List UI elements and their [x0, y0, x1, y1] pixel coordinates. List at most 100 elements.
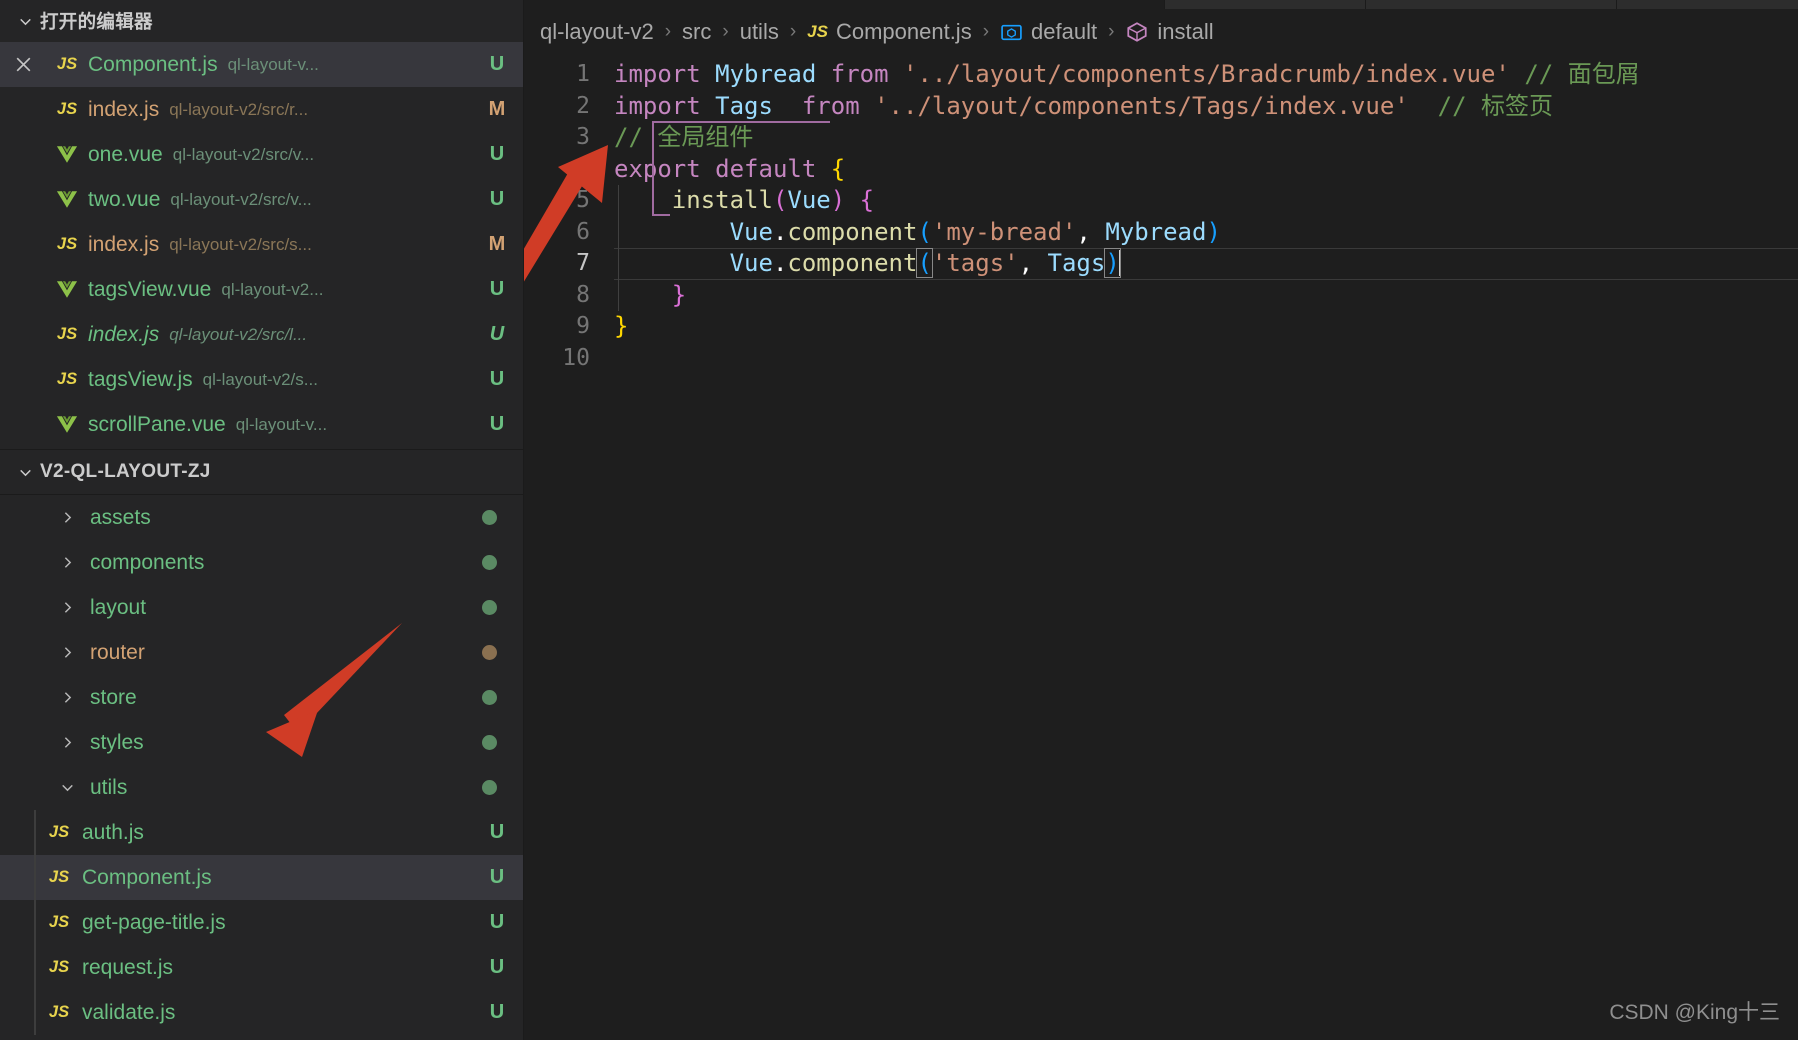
project-root-header[interactable]: V2-QL-LAYOUT-ZJ: [0, 450, 523, 494]
breadcrumb-item-utils[interactable]: utils: [740, 19, 779, 45]
open-editor-item[interactable]: two.vue ql-layout-v2/src/v... U: [0, 177, 523, 222]
breadcrumb-separator: ›: [1108, 21, 1115, 42]
breadcrumb-item-default[interactable]: default: [1000, 19, 1097, 45]
code-line-text: }: [614, 312, 629, 340]
open-editor-item[interactable]: JS index.js ql-layout-v2/src/s... M: [0, 222, 523, 267]
open-editor-name: Component.js: [88, 52, 218, 76]
line-number: 5: [576, 187, 590, 213]
code-line-10: 10: [524, 343, 1798, 375]
js-file-icon: JS: [56, 325, 78, 343]
open-editor-name: two.vue: [88, 187, 161, 211]
tree-file-request-js[interactable]: JS request.js U: [0, 945, 523, 990]
tree-folder-router[interactable]: router: [0, 630, 523, 675]
tab-active[interactable]: [524, 0, 1165, 9]
status-badge: M: [488, 98, 506, 120]
git-status-dot: [482, 555, 497, 570]
breadcrumb-label: default: [1031, 19, 1098, 44]
chevron-down-icon: [12, 464, 38, 481]
status-badge: U: [489, 143, 505, 165]
editor-tab-bar[interactable]: [524, 0, 1798, 9]
open-editor-path: ql-layout-v2...: [221, 279, 324, 299]
open-editor-name: index.js: [88, 322, 160, 346]
tree-folder-layout[interactable]: layout: [0, 585, 523, 630]
chevron-down-icon: [12, 13, 38, 30]
tree-folder-views[interactable]: views: [0, 1035, 523, 1040]
open-editor-item[interactable]: one.vue ql-layout-v2/src/v... U: [0, 132, 523, 177]
js-file-icon: JS: [807, 22, 828, 41]
open-editors-header[interactable]: 打开的编辑器: [0, 0, 523, 42]
project-root-title: V2-QL-LAYOUT-ZJ: [40, 461, 211, 482]
breadcrumb-label: utils: [739, 19, 779, 44]
tree-item-label: styles: [90, 730, 144, 754]
js-file-icon: JS: [48, 1003, 70, 1021]
tab-inactive[interactable]: [1366, 0, 1617, 9]
git-status-dot: [482, 690, 497, 705]
breadcrumb: ql-layout-v2 › src › utils › JS Componen…: [524, 9, 1798, 55]
status-badge: U: [489, 53, 505, 75]
chevron-right-icon: [52, 644, 82, 661]
scope-highlight-bottom: [652, 214, 670, 216]
code-line-text: import Mybread from '../layout/component…: [614, 60, 1640, 88]
chevron-right-icon: [52, 689, 82, 706]
git-status-dot: [482, 645, 497, 660]
breadcrumb-label: ql-layout-v2: [540, 19, 654, 44]
line-number: 3: [576, 124, 590, 150]
open-editor-item[interactable]: JS index.js ql-layout-v2/src/l... U: [0, 312, 523, 357]
open-editor-path: ql-layout-v...: [235, 414, 328, 434]
scope-highlight-guide: [652, 122, 654, 216]
status-badge: U: [489, 323, 505, 345]
js-file-icon: JS: [56, 370, 78, 388]
open-editor-item[interactable]: JS index.js ql-layout-v2/src/r... M: [0, 87, 523, 132]
breadcrumb-separator: ›: [664, 21, 672, 42]
status-badge: M: [488, 233, 506, 255]
code-line-1: 1 import Mybread from '../layout/compone…: [524, 59, 1798, 91]
open-editor-name: index.js: [88, 232, 160, 256]
status-badge: U: [489, 821, 505, 843]
breadcrumb-item-install[interactable]: install: [1125, 19, 1214, 45]
tree-item-label: layout: [90, 595, 147, 619]
code-line-text: Vue.component('tags', Tags): [729, 248, 1121, 278]
code-line-8: 8 }: [524, 280, 1798, 312]
tab-inactive[interactable]: [1165, 0, 1366, 9]
status-badge: U: [489, 956, 505, 978]
git-status-dot: [482, 780, 497, 795]
status-badge: U: [489, 413, 505, 435]
status-badge: U: [489, 278, 505, 300]
open-editor-item[interactable]: JS tagsView.js ql-layout-v2/s... U: [0, 357, 523, 402]
tree-file-component-js[interactable]: JS Component.js U: [0, 855, 523, 900]
open-editor-path: ql-layout-v2/src/l...: [169, 324, 308, 344]
tree-item-label: Component.js: [82, 865, 212, 889]
status-badge: U: [489, 1001, 505, 1023]
breadcrumb-item-project[interactable]: ql-layout-v2: [540, 19, 654, 45]
open-editor-item[interactable]: tagsView.vue ql-layout-v2... U: [0, 267, 523, 312]
tree-folder-components[interactable]: components: [0, 540, 523, 585]
tree-folder-store[interactable]: store: [0, 675, 523, 720]
js-file-icon: JS: [48, 868, 70, 886]
tree-item-label: get-page-title.js: [82, 910, 226, 934]
tree-file-auth-js[interactable]: JS auth.js U: [0, 810, 523, 855]
open-editor-item[interactable]: JS Component.js ql-layout-v... U: [0, 42, 523, 87]
tree-folder-utils[interactable]: utils: [0, 765, 523, 810]
code-line-7: 7 Vue.component('tags', Tags): [524, 248, 1798, 280]
chevron-right-icon: [52, 734, 82, 751]
line-number: 2: [576, 92, 590, 119]
vue-file-icon: [46, 280, 88, 299]
breadcrumb-item-file[interactable]: JS Component.js: [807, 19, 972, 45]
tree-folder-styles[interactable]: styles: [0, 720, 523, 765]
tree-file-validate-js[interactable]: JS validate.js U: [0, 990, 523, 1035]
close-icon[interactable]: [0, 54, 46, 75]
watermark: CSDN @King十三: [1609, 1001, 1780, 1024]
js-file-icon: JS: [48, 913, 70, 931]
breadcrumb-item-src[interactable]: src: [682, 19, 711, 45]
open-editor-name: one.vue: [88, 142, 163, 166]
tab-inactive[interactable]: [1617, 0, 1798, 9]
open-editor-item[interactable]: scrollPane.vue ql-layout-v... U: [0, 402, 523, 447]
tree-folder-assets[interactable]: assets: [0, 495, 523, 540]
open-editor-path: ql-layout-v2/src/s...: [169, 234, 312, 254]
tree-item-label: components: [90, 550, 205, 574]
tree-item-label: store: [90, 685, 137, 709]
code-editor[interactable]: 1 import Mybread from '../layout/compone…: [524, 59, 1798, 374]
symbol-method-icon: [1125, 20, 1149, 44]
tree-file-get-page-title-js[interactable]: JS get-page-title.js U: [0, 900, 523, 945]
chevron-right-icon: [52, 509, 82, 526]
